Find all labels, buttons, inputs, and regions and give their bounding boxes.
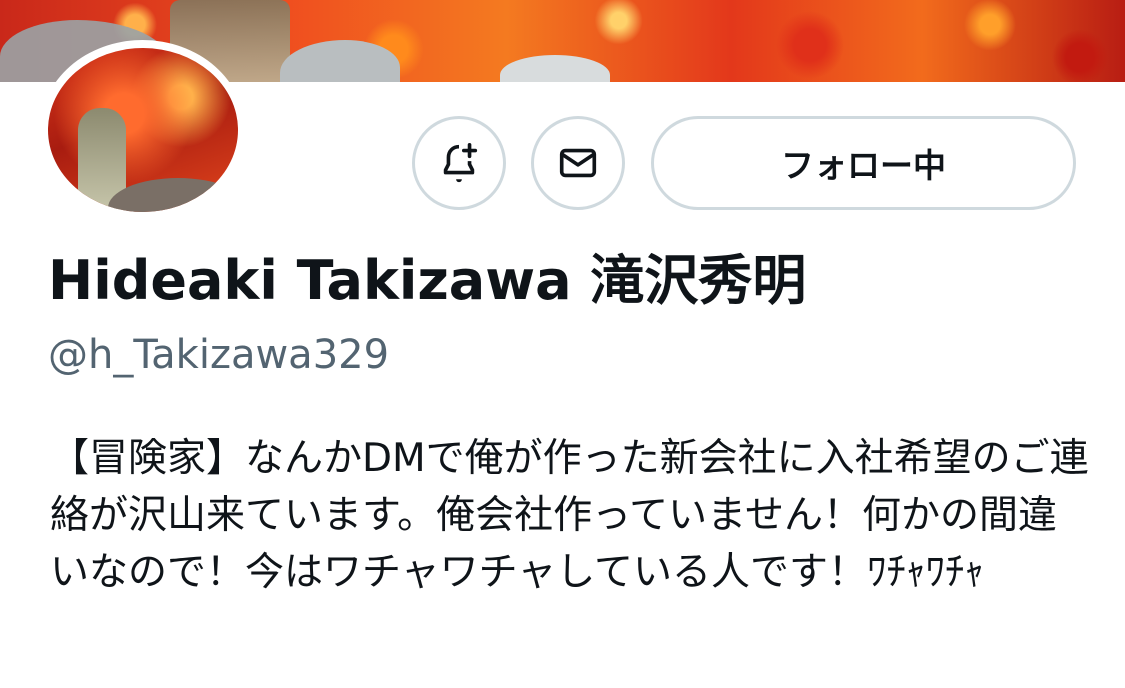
following-button[interactable]: フォロー中 [651, 116, 1076, 210]
user-handle: @h_Takizawa329 [48, 332, 390, 378]
banner-rock [280, 40, 400, 82]
envelope-icon [559, 148, 597, 178]
banner-rock [500, 55, 610, 82]
notifications-button[interactable] [412, 116, 506, 210]
display-name: Hideaki Takizawa 滝沢秀明 [48, 249, 807, 312]
message-button[interactable] [531, 116, 625, 210]
bell-plus-icon [443, 142, 478, 183]
profile-bio: 【冒険家】なんかDMで俺が作った新会社に入社希望のご連絡が沢山来ています。俺会社… [50, 436, 1089, 595]
avatar[interactable] [48, 48, 238, 212]
avatar-ground [108, 178, 238, 212]
